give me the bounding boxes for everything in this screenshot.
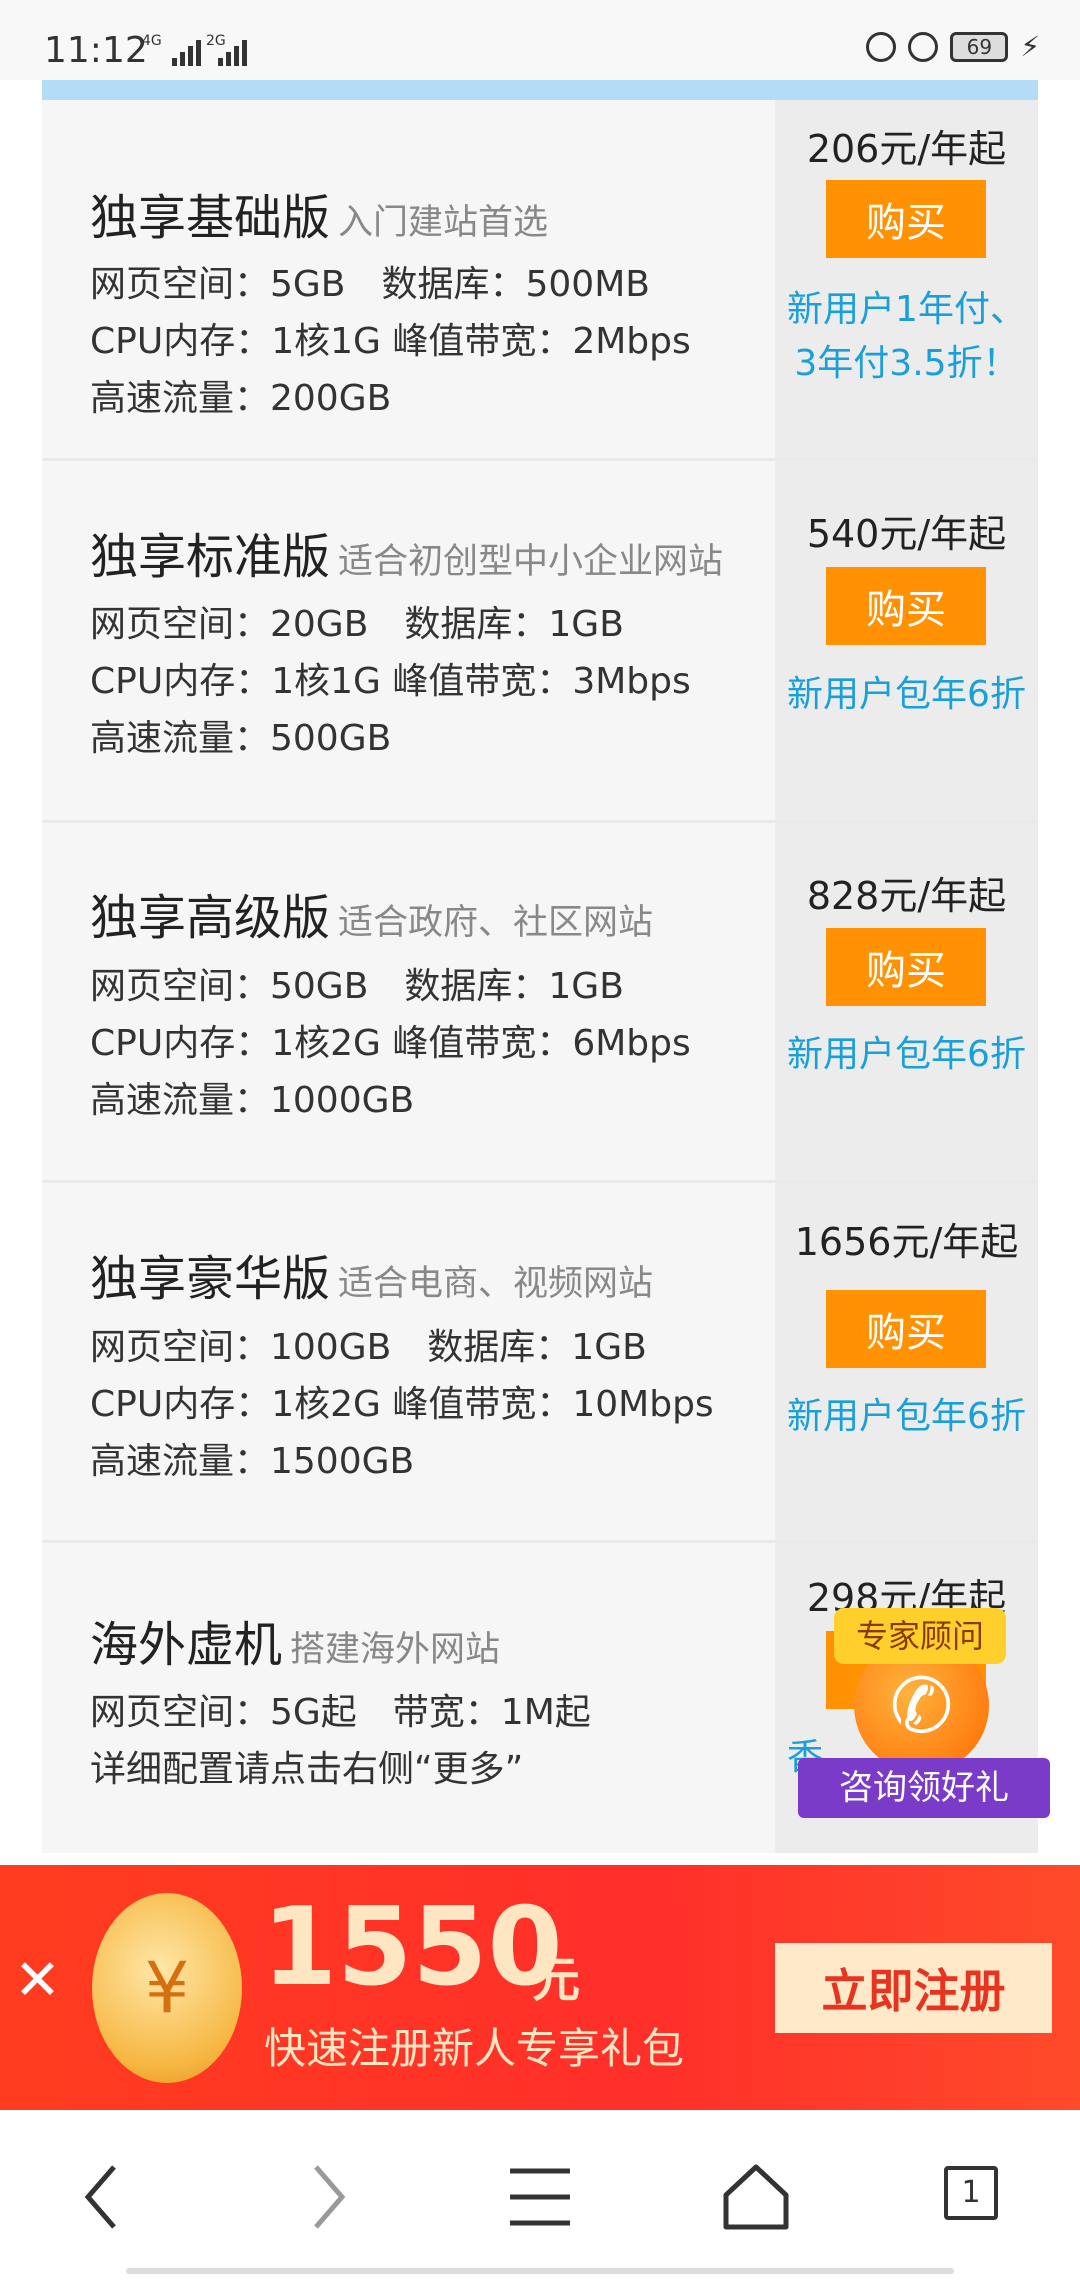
consult-gift-label: 咨询领好礼 [798,1758,1050,1818]
plan-subtitle: 适合电商、视频网站 [338,1264,654,1304]
plan-details: 海外虚机 搭建海外网站 网页空间：5G起 带宽：1M起 详细配置请点击右侧“更多” [42,1543,772,1853]
plan-promo-link[interactable]: 新用户1年付、3年付3.5折！ [783,283,1030,391]
gift-description: 快速注册新人专享礼包 [264,2024,685,2073]
plan-card-deluxe: 独享豪华版 适合电商、视频网站 网页空间：100GB 数据库：1GB CPU内存：… [42,1183,1038,1543]
plan-name: 独享高级版 [90,890,331,946]
plan-details: 独享基础版 入门建站首选 网页空间：5GB 数据库：500MB CPU内存：1核1… [42,100,772,458]
plan-subtitle: 搭建海外网站 [290,1630,501,1670]
plan-spec-line: 高速流量：200GB [90,378,392,419]
plan-spec-line: 网页空间：5G起 带宽：1M起 [90,1692,591,1733]
close-icon[interactable]: ✕ [14,1953,61,2009]
plan-spec-line: CPU内存：1核2G 峰值带宽：10Mbps [90,1384,714,1425]
plan-subtitle: 适合政府、社区网站 [338,903,654,943]
plan-price: 206元/年起 [806,127,1007,171]
plan-promo-link[interactable]: 新用户包年6折 [783,668,1030,722]
plan-pricing: 1656元/年起 购买 新用户包年6折 [775,1183,1038,1540]
signal-icon-sim1 [172,40,201,66]
section-top-strip [42,80,1038,100]
register-promo-banner[interactable]: ✕ ¥ 1550 元 快速注册新人专享礼包 立即注册 [0,1865,1080,2110]
plan-name: 独享基础版 [90,190,331,246]
gift-amount: 1550 [262,1885,563,2010]
plan-price: 1656元/年起 [794,1220,1019,1264]
plan-spec-line: 高速流量：1500GB [90,1441,415,1482]
plan-spec-line: 网页空间：5GB 数据库：500MB [90,264,650,305]
plan-pricing: 540元/年起 购买 新用户包年6折 [775,461,1038,820]
expert-consultant-widget[interactable]: 专家顾问 ✆ 咨询领好礼 [798,1608,1050,1820]
plan-name: 独享豪华版 [90,1251,331,1307]
buy-button[interactable]: 购买 [826,180,986,258]
plan-subtitle: 入门建站首选 [338,203,549,243]
plan-spec-line: 网页空间：50GB 数据库：1GB [90,966,624,1007]
buy-button[interactable]: 购买 [826,1290,986,1368]
page-content: 独享基础版 入门建站首选 网页空间：5GB 数据库：500MB CPU内存：1核1… [0,80,1080,1865]
plan-name: 独享标准版 [90,529,331,585]
plan-spec-line: CPU内存：1核1G 峰值带宽：2Mbps [90,321,691,362]
plan-title: 独享基础版 入门建站首选 [90,178,548,248]
coin-icon: ¥ [92,1893,242,2083]
plan-name: 海外虚机 [90,1617,283,1673]
signal-icon-sim2 [218,40,247,66]
plan-title: 独享豪华版 适合电商、视频网站 [90,1239,653,1309]
plan-details: 独享高级版 适合政府、社区网站 网页空间：50GB 数据库：1GB CPU内存：1… [42,823,772,1180]
plan-details: 独享标准版 适合初创型中小企业网站 网页空间：20GB 数据库：1GB CPU内存… [42,461,772,820]
plan-spec-line: 网页空间：100GB 数据库：1GB [90,1327,647,1368]
network-type-4g: 4G [142,33,162,49]
plan-details: 独享豪华版 适合电商、视频网站 网页空间：100GB 数据库：1GB CPU内存：… [42,1183,772,1540]
plan-price: 540元/年起 [806,512,1007,556]
plan-promo-link[interactable]: 新用户包年6折 [783,1028,1030,1082]
plan-spec-line: 高速流量：1000GB [90,1080,415,1121]
status-bar: 11:12 4G 2G 69 ⚡ [0,0,1080,80]
browser-nav-bar [0,2112,1080,2280]
menu-icon[interactable] [500,2157,580,2237]
charging-icon: ⚡ [1020,30,1040,63]
plan-card-advanced: 独享高级版 适合政府、社区网站 网页空间：50GB 数据库：1GB CPU内存：1… [42,823,1038,1183]
plan-spec-line: CPU内存：1核1G 峰值带宽：3Mbps [90,661,691,702]
battery-icon: 69 [950,31,1009,62]
plan-title: 独享高级版 适合政府、社区网站 [90,878,653,948]
consultant-label: 专家顾问 [834,1608,1006,1664]
plan-subtitle: 适合初创型中小企业网站 [338,542,724,582]
register-now-button[interactable]: 立即注册 [775,1943,1052,2033]
lock-rotation-icon [866,31,897,62]
plan-card-basic: 独享基础版 入门建站首选 网页空间：5GB 数据库：500MB CPU内存：1核1… [42,100,1038,461]
home-icon[interactable] [716,2157,796,2237]
plan-spec-line: 详细配置请点击右侧“更多” [90,1749,524,1790]
plan-pricing: 828元/年起 购买 新用户包年6折 [775,823,1038,1180]
plan-title: 海外虚机 搭建海外网站 [90,1605,500,1675]
currency-symbol: ¥ [144,1947,190,2029]
plan-promo-link[interactable]: 新用户包年6折 [783,1390,1030,1444]
back-icon[interactable] [66,2157,146,2237]
plan-pricing: 206元/年起 购买 新用户1年付、3年付3.5折！ [775,100,1038,458]
plan-spec-line: 网页空间：20GB 数据库：1GB [90,604,624,645]
plan-card-standard: 独享标准版 适合初创型中小企业网站 网页空间：20GB 数据库：1GB CPU内存… [42,461,1038,823]
tabs-count-icon[interactable]: 1 [944,2166,998,2220]
buy-button[interactable]: 购买 [826,928,986,1006]
buy-button[interactable]: 购买 [826,567,986,645]
forward-icon[interactable] [284,2157,364,2237]
plan-price: 828元/年起 [806,874,1007,918]
status-time: 11:12 [44,30,148,71]
alarm-icon [908,31,939,62]
plan-title: 独享标准版 适合初创型中小企业网站 [90,517,723,587]
plan-spec-line: CPU内存：1核2G 峰值带宽：6Mbps [90,1023,691,1064]
gift-unit: 元 [532,1952,581,2008]
plan-spec-line: 高速流量：500GB [90,718,392,759]
gesture-bar [126,2268,954,2274]
